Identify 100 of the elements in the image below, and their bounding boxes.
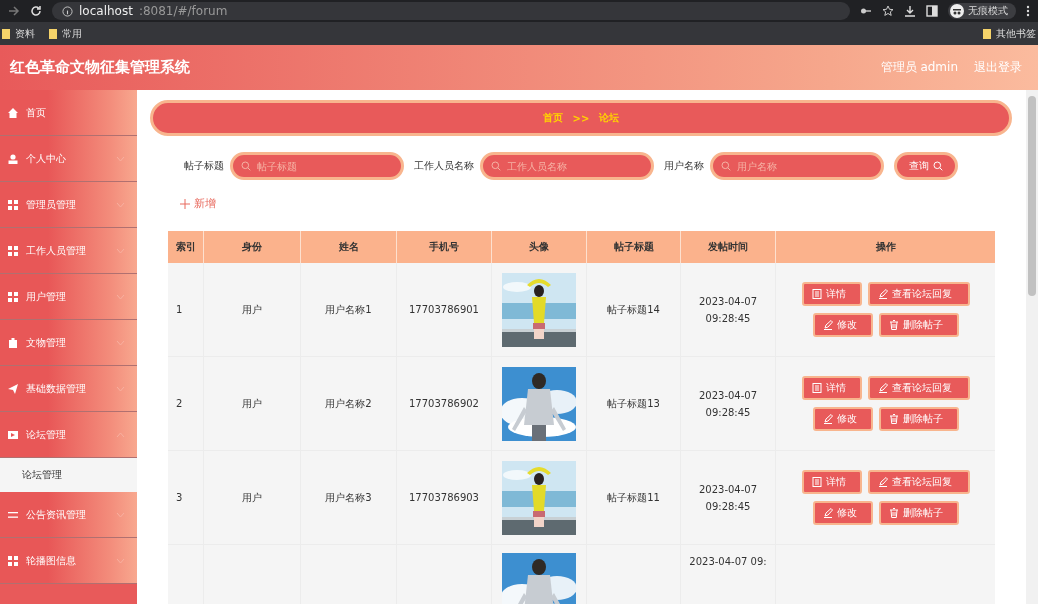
document-icon [811,477,822,487]
breadcrumb-link[interactable]: 首页 [542,111,563,125]
incognito-badge[interactable]: 无痕模式 [948,3,1016,19]
detail-button[interactable]: 详情 [801,282,862,306]
address-bar[interactable]: localhost :8081/#/forum [52,2,850,20]
trash-icon [888,508,899,518]
row-index: 3 [176,491,183,505]
search-input[interactable]: 帖子标题 [257,160,393,172]
menu-item[interactable]: 论坛管理 [0,412,137,458]
menu-item[interactable]: 管理员管理 [0,182,137,228]
delete-button[interactable]: 删除帖子 [878,407,959,431]
menu-icon [8,153,18,164]
breadcrumb-link[interactable]: 论坛 [599,111,620,125]
bookmark[interactable]: 资料 [2,26,35,41]
menu-icon [8,337,18,348]
delete-button[interactable]: 删除帖子 [878,313,959,337]
other-bookmarks[interactable]: 其他书签 [983,26,1036,41]
table-cell-text: 17703786902 [409,397,479,411]
pencil-icon [822,320,833,330]
submenu-item[interactable]: 论坛管理 [0,458,137,492]
table-cell-text: 17703786903 [409,491,479,505]
table-cell-text: 2023-04-07 09:28:45 [697,388,759,420]
menu-icon [8,509,18,520]
search-icon [721,161,731,171]
view-replies-button[interactable]: 查看论坛回复 [867,282,970,306]
forward-icon[interactable] [8,5,20,17]
chevron-icon [116,385,125,392]
trash-icon [888,414,899,424]
info-icon [62,5,73,17]
detail-button[interactable]: 详情 [801,470,862,494]
menu-item[interactable]: 个人中心 [0,136,137,182]
document-icon [811,289,822,299]
plus-icon [180,198,190,209]
incognito-icon [950,4,964,18]
star-icon[interactable] [882,5,894,17]
table-cell-text: 用户名称2 [325,397,372,411]
breadcrumb-separator: >> [572,112,590,124]
search-field[interactable]: 帖子标题 [230,152,404,180]
sidepanel-icon[interactable] [926,5,938,17]
field-label: 帖子标题 [184,159,224,173]
row-index: 1 [176,303,183,317]
pencil-icon [877,477,888,487]
edit-button[interactable]: 修改 [812,501,873,525]
chevron-icon [116,201,125,208]
search-field[interactable]: 用户名称 [710,152,884,180]
view-replies-button[interactable]: 查看论坛回复 [867,376,970,400]
document-icon [811,383,822,393]
pencil-icon [822,414,833,424]
chevron-icon [116,431,125,438]
user-label: 管理员 admin [880,59,958,76]
download-icon[interactable] [904,5,916,17]
table-cell-text: 帖子标题13 [607,397,660,411]
search-icon [933,161,943,171]
table-cell-text: 用户 [242,303,262,317]
add-button[interactable]: 新增 [180,196,216,211]
chevron-icon [116,511,125,518]
menu-icon [8,245,18,256]
menu-icon [8,291,18,302]
menu-icon [8,383,18,394]
pencil-icon [822,508,833,518]
reload-icon[interactable] [30,5,42,17]
table-cell-text: 用户 [242,397,262,411]
edit-button[interactable]: 修改 [812,313,873,337]
edit-button[interactable]: 修改 [812,407,873,431]
detail-button[interactable]: 详情 [801,376,862,400]
chevron-icon [116,339,125,346]
chevron-icon [116,155,125,162]
table-cell-text: 用户 [242,491,262,505]
menu-item[interactable]: 文物管理 [0,320,137,366]
search-input[interactable]: 用户名称 [737,160,873,172]
menu-icon [8,555,18,566]
menu-item[interactable]: 公告资讯管理 [0,492,137,538]
search-input[interactable]: 工作人员名称 [507,160,643,172]
table-cell-text: 用户名称1 [325,303,372,317]
table-cell-text: 用户名称3 [325,491,372,505]
menu-item[interactable]: 轮播图信息 [0,538,137,584]
menu-item[interactable]: 工作人员管理 [0,228,137,274]
table-cell-text: 2023-04-07 09: [689,555,767,569]
bookmark[interactable]: 常用 [49,26,82,41]
field-label: 用户名称 [664,159,704,173]
menu-icon [8,107,18,118]
search-icon [241,161,251,171]
table-cell-text: 帖子标题11 [607,491,660,505]
field-label: 工作人员名称 [414,159,474,173]
scrollbar[interactable] [1026,90,1038,604]
pencil-icon [877,383,888,393]
more-icon[interactable] [1026,5,1030,17]
delete-button[interactable]: 删除帖子 [878,501,959,525]
menu-icon [8,199,18,210]
view-replies-button[interactable]: 查看论坛回复 [867,470,970,494]
menu-item[interactable]: 用户管理 [0,274,137,320]
menu-icon [8,429,18,440]
table-cell-text: 17703786901 [409,303,479,317]
pencil-icon [877,289,888,299]
table-cell-text: 帖子标题14 [607,303,660,317]
search-button[interactable]: 查询 [894,152,958,180]
menu-item[interactable]: 首页 [0,90,137,136]
app-title: 红色革命文物征集管理系统 [10,58,190,77]
search-field[interactable]: 工作人员名称 [480,152,654,180]
menu-item[interactable]: 基础数据管理 [0,366,137,412]
